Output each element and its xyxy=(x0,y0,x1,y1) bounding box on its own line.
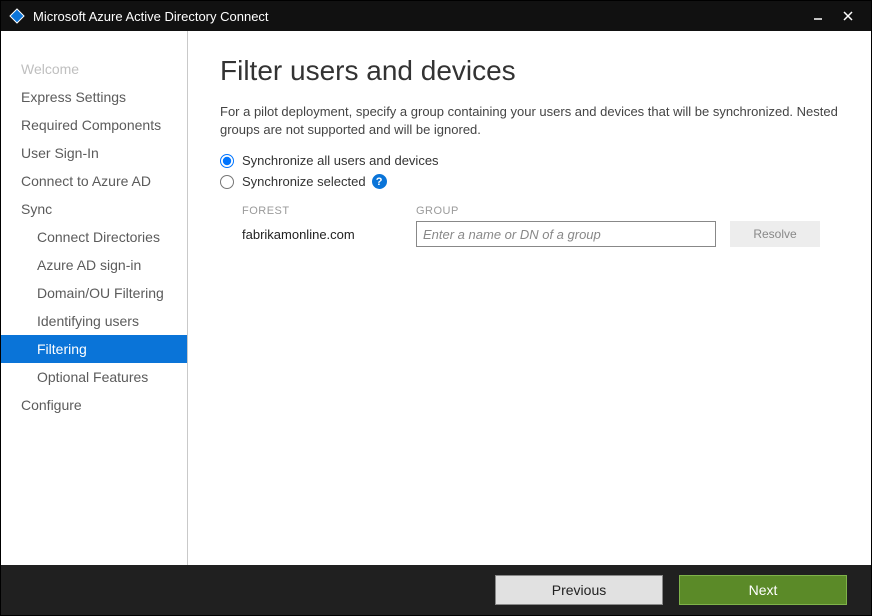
filter-form: FOREST GROUP fabrikamonline.com Resolve xyxy=(242,205,839,247)
nav-label: Optional Features xyxy=(37,369,148,385)
nav-label: Azure AD sign-in xyxy=(37,257,141,273)
footer-bar: Previous Next xyxy=(1,565,871,615)
group-input[interactable] xyxy=(416,221,716,247)
previous-button[interactable]: Previous xyxy=(495,575,663,605)
nav-label: Welcome xyxy=(21,61,79,77)
page-description: For a pilot deployment, specify a group … xyxy=(220,103,839,139)
nav-optional-features[interactable]: Optional Features xyxy=(1,363,187,391)
radio-sync-all-row[interactable]: Synchronize all users and devices xyxy=(220,153,839,168)
nav-label: Express Settings xyxy=(21,89,126,105)
nav-label: Required Components xyxy=(21,117,161,133)
nav-user-signin[interactable]: User Sign-In xyxy=(1,139,187,167)
radio-sync-selected[interactable] xyxy=(220,175,234,189)
nav-welcome: Welcome xyxy=(1,55,187,83)
resolve-button[interactable]: Resolve xyxy=(730,221,820,247)
nav-identifying-users[interactable]: Identifying users xyxy=(1,307,187,335)
nav-connect-azure-ad[interactable]: Connect to Azure AD xyxy=(1,167,187,195)
close-button[interactable] xyxy=(833,1,863,31)
nav-connect-directories[interactable]: Connect Directories xyxy=(1,223,187,251)
forest-value: fabrikamonline.com xyxy=(242,227,402,242)
radio-sync-all[interactable] xyxy=(220,154,234,168)
content-panel: Filter users and devices For a pilot dep… xyxy=(188,31,871,565)
nav-label: Identifying users xyxy=(37,313,139,329)
nav-label: User Sign-In xyxy=(21,145,99,161)
nav-label: Sync xyxy=(21,201,52,217)
nav-filtering[interactable]: Filtering xyxy=(1,335,187,363)
nav-sync[interactable]: Sync xyxy=(1,195,187,223)
help-icon[interactable]: ? xyxy=(372,174,387,189)
nav-express-settings[interactable]: Express Settings xyxy=(1,83,187,111)
nav-label: Filtering xyxy=(37,341,87,357)
group-column-label: GROUP xyxy=(416,205,716,217)
page-title: Filter users and devices xyxy=(220,55,839,87)
nav-domain-ou-filtering[interactable]: Domain/OU Filtering xyxy=(1,279,187,307)
body-area: Welcome Express Settings Required Compon… xyxy=(1,31,871,565)
nav-label: Connect to Azure AD xyxy=(21,173,151,189)
nav-label: Domain/OU Filtering xyxy=(37,285,164,301)
next-button[interactable]: Next xyxy=(679,575,847,605)
nav-configure[interactable]: Configure xyxy=(1,391,187,419)
nav-label: Connect Directories xyxy=(37,229,160,245)
radio-sync-selected-label: Synchronize selected xyxy=(242,174,366,189)
window-title: Microsoft Azure Active Directory Connect xyxy=(33,9,269,24)
azure-icon xyxy=(9,8,25,24)
nav-azure-ad-signin[interactable]: Azure AD sign-in xyxy=(1,251,187,279)
app-window: Microsoft Azure Active Directory Connect… xyxy=(0,0,872,616)
sidebar-nav: Welcome Express Settings Required Compon… xyxy=(1,31,188,565)
radio-sync-all-label: Synchronize all users and devices xyxy=(242,153,439,168)
nav-required-components[interactable]: Required Components xyxy=(1,111,187,139)
title-bar: Microsoft Azure Active Directory Connect xyxy=(1,1,871,31)
nav-label: Configure xyxy=(21,397,82,413)
radio-sync-selected-row[interactable]: Synchronize selected ? xyxy=(220,174,839,189)
minimize-button[interactable] xyxy=(803,1,833,31)
forest-column-label: FOREST xyxy=(242,205,402,217)
